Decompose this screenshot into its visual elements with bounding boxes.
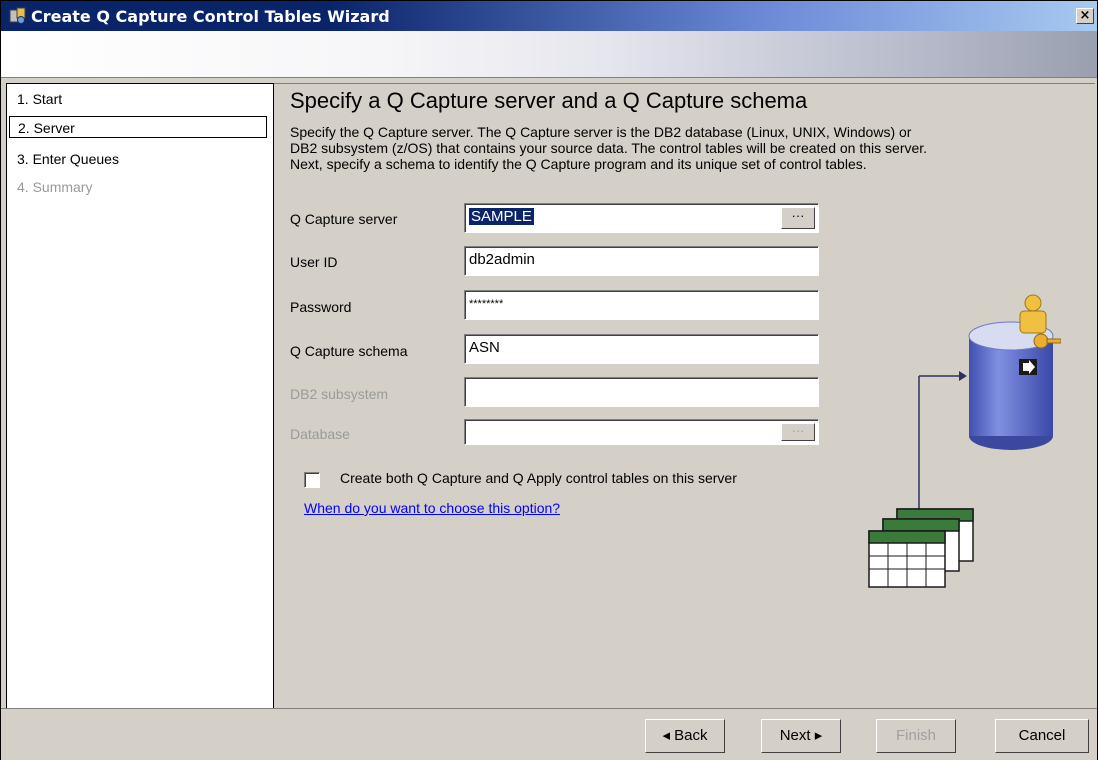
step-server[interactable]: 2. Server (9, 116, 267, 138)
description-line: DB2 subsystem (z/OS) that contains your … (290, 140, 928, 156)
server-field[interactable]: SAMPLE ··· (464, 203, 819, 233)
step-label: 2. Server (18, 120, 75, 136)
step-label: 1. Start (17, 91, 63, 107)
ellipsis-icon: ··· (791, 208, 805, 223)
step-label: 4. Summary (17, 179, 93, 195)
database-label: Database (290, 426, 350, 442)
ellipsis-icon: ··· (791, 423, 805, 438)
finish-button: Finish (876, 719, 956, 753)
page-description: Specify the Q Capture server. The Q Capt… (290, 124, 1090, 172)
server-browse-button[interactable]: ··· (781, 207, 815, 229)
arrow-icon (959, 371, 967, 381)
password-label: Password (290, 299, 352, 315)
title-bar: Create Q Capture Control Tables Wizard × (1, 1, 1097, 31)
wizard-window: Create Q Capture Control Tables Wizard ×… (0, 0, 1098, 760)
both-tables-checkbox-label[interactable]: Create both Q Capture and Q Apply contro… (340, 470, 737, 486)
server-illustration (868, 294, 1061, 588)
step-label: 3. Enter Queues (17, 151, 119, 167)
db2-subsystem-label: DB2 subsystem (290, 386, 389, 402)
tables-icon (868, 508, 974, 588)
user-id-label: User ID (290, 254, 338, 270)
window-title: Create Q Capture Control Tables Wizard (31, 7, 390, 26)
step-summary: 4. Summary (9, 176, 267, 198)
description-line: Specify the Q Capture server. The Q Capt… (290, 124, 912, 140)
server-label: Q Capture server (290, 211, 398, 227)
cancel-button[interactable]: Cancel (995, 719, 1089, 753)
step-enter-queues[interactable]: 3. Enter Queues (9, 148, 267, 170)
help-link[interactable]: When do you want to choose this option? (304, 500, 560, 516)
wizard-footer: ◂ Back Next ▸ Finish Cancel (1, 708, 1097, 760)
database-field: ··· (464, 419, 819, 445)
next-button[interactable]: Next ▸ (761, 719, 841, 753)
server-value: SAMPLE (469, 208, 534, 225)
wizard-app-icon (9, 7, 26, 24)
back-button[interactable]: ◂ Back (645, 719, 725, 753)
schema-field[interactable]: ASN (464, 334, 819, 364)
schema-label: Q Capture schema (290, 343, 408, 359)
user-id-field[interactable]: db2admin (464, 246, 819, 276)
page-title: Specify a Q Capture server and a Q Captu… (290, 88, 808, 113)
db2-subsystem-field (464, 377, 819, 407)
database-browse-button: ··· (781, 423, 815, 441)
description-line: Next, specify a schema to identify the Q… (290, 156, 867, 172)
both-tables-checkbox[interactable] (304, 472, 320, 488)
step-start[interactable]: 1. Start (9, 88, 267, 110)
wizard-banner (1, 31, 1097, 78)
close-icon: × (1079, 8, 1091, 23)
password-field[interactable]: ******** (464, 290, 819, 320)
wizard-steps-panel: 1. Start 2. Server 3. Enter Queues 4. Su… (6, 83, 274, 709)
close-button[interactable]: × (1076, 8, 1094, 24)
